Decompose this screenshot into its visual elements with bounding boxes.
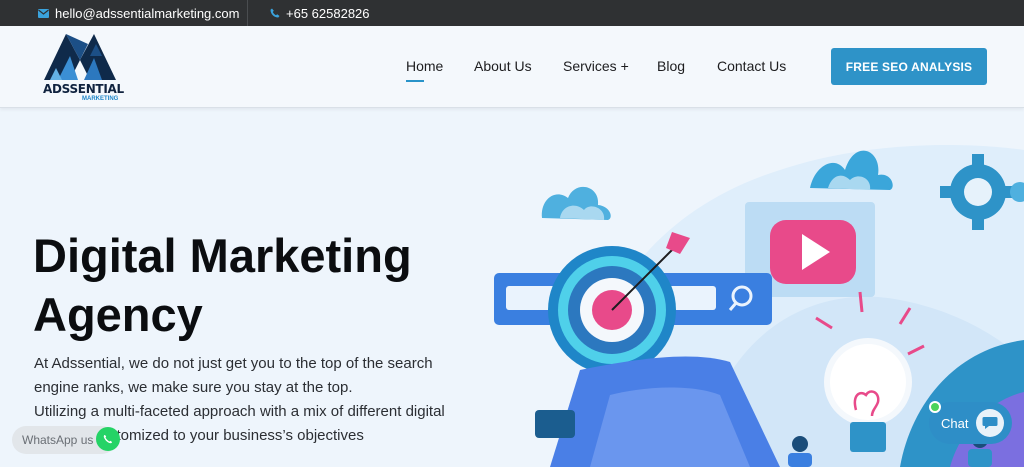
hero-title-line2: Agency bbox=[33, 288, 203, 341]
nav-active-indicator bbox=[406, 80, 424, 82]
nav-about-us[interactable]: About Us bbox=[474, 58, 532, 74]
whatsapp-label: WhatsApp us bbox=[22, 433, 94, 447]
hero-text-line1: At Adssential, we do not just get you to… bbox=[34, 355, 433, 372]
email-text: hello@adssentialmarketing.com bbox=[55, 5, 240, 21]
hero-text-line3: Utilizing a multi-faceted approach with … bbox=[34, 403, 445, 420]
hero-title: Digital Marketing Agency bbox=[33, 226, 493, 344]
nav-home[interactable]: Home bbox=[406, 58, 443, 74]
phone-icon bbox=[270, 8, 280, 18]
envelope-icon bbox=[38, 8, 49, 18]
free-seo-analysis-button[interactable]: FREE SEO ANALYSIS bbox=[831, 48, 987, 85]
topbar-divider bbox=[247, 0, 248, 26]
logo-mark bbox=[44, 34, 116, 80]
phone-link[interactable]: +65 62582826 bbox=[270, 0, 370, 26]
hero-title-line1: Digital Marketing bbox=[33, 229, 412, 282]
chat-label: Chat bbox=[941, 415, 969, 431]
site-header: ADSSENTIAL MARKETING Home About Us Servi… bbox=[0, 26, 1024, 108]
nav-services[interactable]: Services + bbox=[563, 58, 629, 74]
nav-contact-us[interactable]: Contact Us bbox=[717, 58, 786, 74]
logo[interactable]: ADSSENTIAL MARKETING bbox=[40, 32, 124, 106]
phone-text: +65 62582826 bbox=[286, 5, 370, 21]
chat-icon[interactable] bbox=[976, 409, 1004, 437]
online-status-dot bbox=[929, 401, 941, 413]
top-bar: hello@adssentialmarketing.com +65 625828… bbox=[0, 0, 1024, 26]
whatsapp-icon[interactable] bbox=[96, 427, 120, 451]
logo-name: ADSSENTIAL bbox=[43, 82, 124, 96]
cloud-icon bbox=[541, 186, 611, 220]
logo-tagline: MARKETING bbox=[82, 96, 119, 102]
nav-blog[interactable]: Blog bbox=[657, 58, 685, 74]
hero-text-line2: engine ranks, we make sure you stay at t… bbox=[34, 379, 353, 396]
email-link[interactable]: hello@adssentialmarketing.com bbox=[38, 0, 239, 26]
